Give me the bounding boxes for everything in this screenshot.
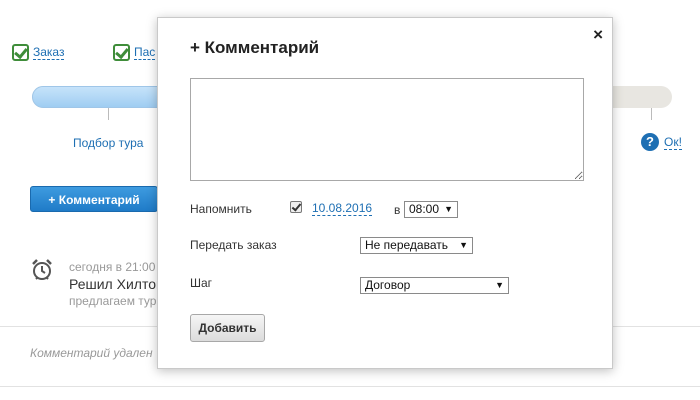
entry-subtitle: предлагаем тур xyxy=(69,294,157,308)
modal-title: + Комментарий xyxy=(190,38,320,57)
progress-tick-label[interactable]: Подбор тура xyxy=(73,136,143,150)
step-label: Шаг xyxy=(190,276,213,290)
add-comment-button[interactable]: + Комментарий xyxy=(30,186,158,212)
help-icon[interactable]: ? xyxy=(641,133,659,151)
alarm-clock-icon xyxy=(32,259,52,280)
transfer-label: Передать заказ xyxy=(190,238,277,252)
close-icon[interactable]: × xyxy=(593,25,603,45)
step-value: Договор xyxy=(365,278,411,292)
remind-time-select[interactable]: 08:00 ▼ xyxy=(404,201,458,218)
progress-tick xyxy=(108,108,109,120)
chevron-down-icon: ▼ xyxy=(459,240,468,250)
step-order[interactable]: Заказ xyxy=(12,44,65,61)
add-button[interactable]: Добавить xyxy=(190,314,265,342)
ok-link[interactable]: Ок! xyxy=(664,136,682,150)
step-passengers-label[interactable]: Пас xyxy=(134,45,156,60)
transfer-select[interactable]: Не передавать ▼ xyxy=(360,237,473,254)
entry-time: сегодня в 21:00 xyxy=(69,260,156,274)
comment-modal: + Комментарий × Напомнить 10.08.2016 в 0… xyxy=(157,17,613,369)
check-icon xyxy=(113,44,130,61)
chevron-down-icon: ▼ xyxy=(444,204,453,214)
remind-time-value: 08:00 xyxy=(409,202,440,216)
step-select[interactable]: Договор ▼ xyxy=(360,277,509,294)
step-order-label[interactable]: Заказ xyxy=(33,45,65,60)
remind-at-label: в xyxy=(394,203,401,217)
chevron-down-icon: ▼ xyxy=(495,280,504,290)
comment-textarea[interactable] xyxy=(190,78,584,181)
transfer-value: Не передавать xyxy=(365,238,449,252)
check-icon xyxy=(12,44,29,61)
divider xyxy=(0,386,700,387)
deleted-note: Комментарий удален xyxy=(30,346,153,360)
step-passengers[interactable]: Пас xyxy=(113,44,156,61)
remind-date-link[interactable]: 10.08.2016 xyxy=(312,202,373,216)
progress-tick xyxy=(651,108,652,120)
entry-title: Решил Хилтон xyxy=(69,276,164,292)
remind-checkbox[interactable] xyxy=(290,201,302,213)
remind-label: Напомнить xyxy=(190,202,252,216)
